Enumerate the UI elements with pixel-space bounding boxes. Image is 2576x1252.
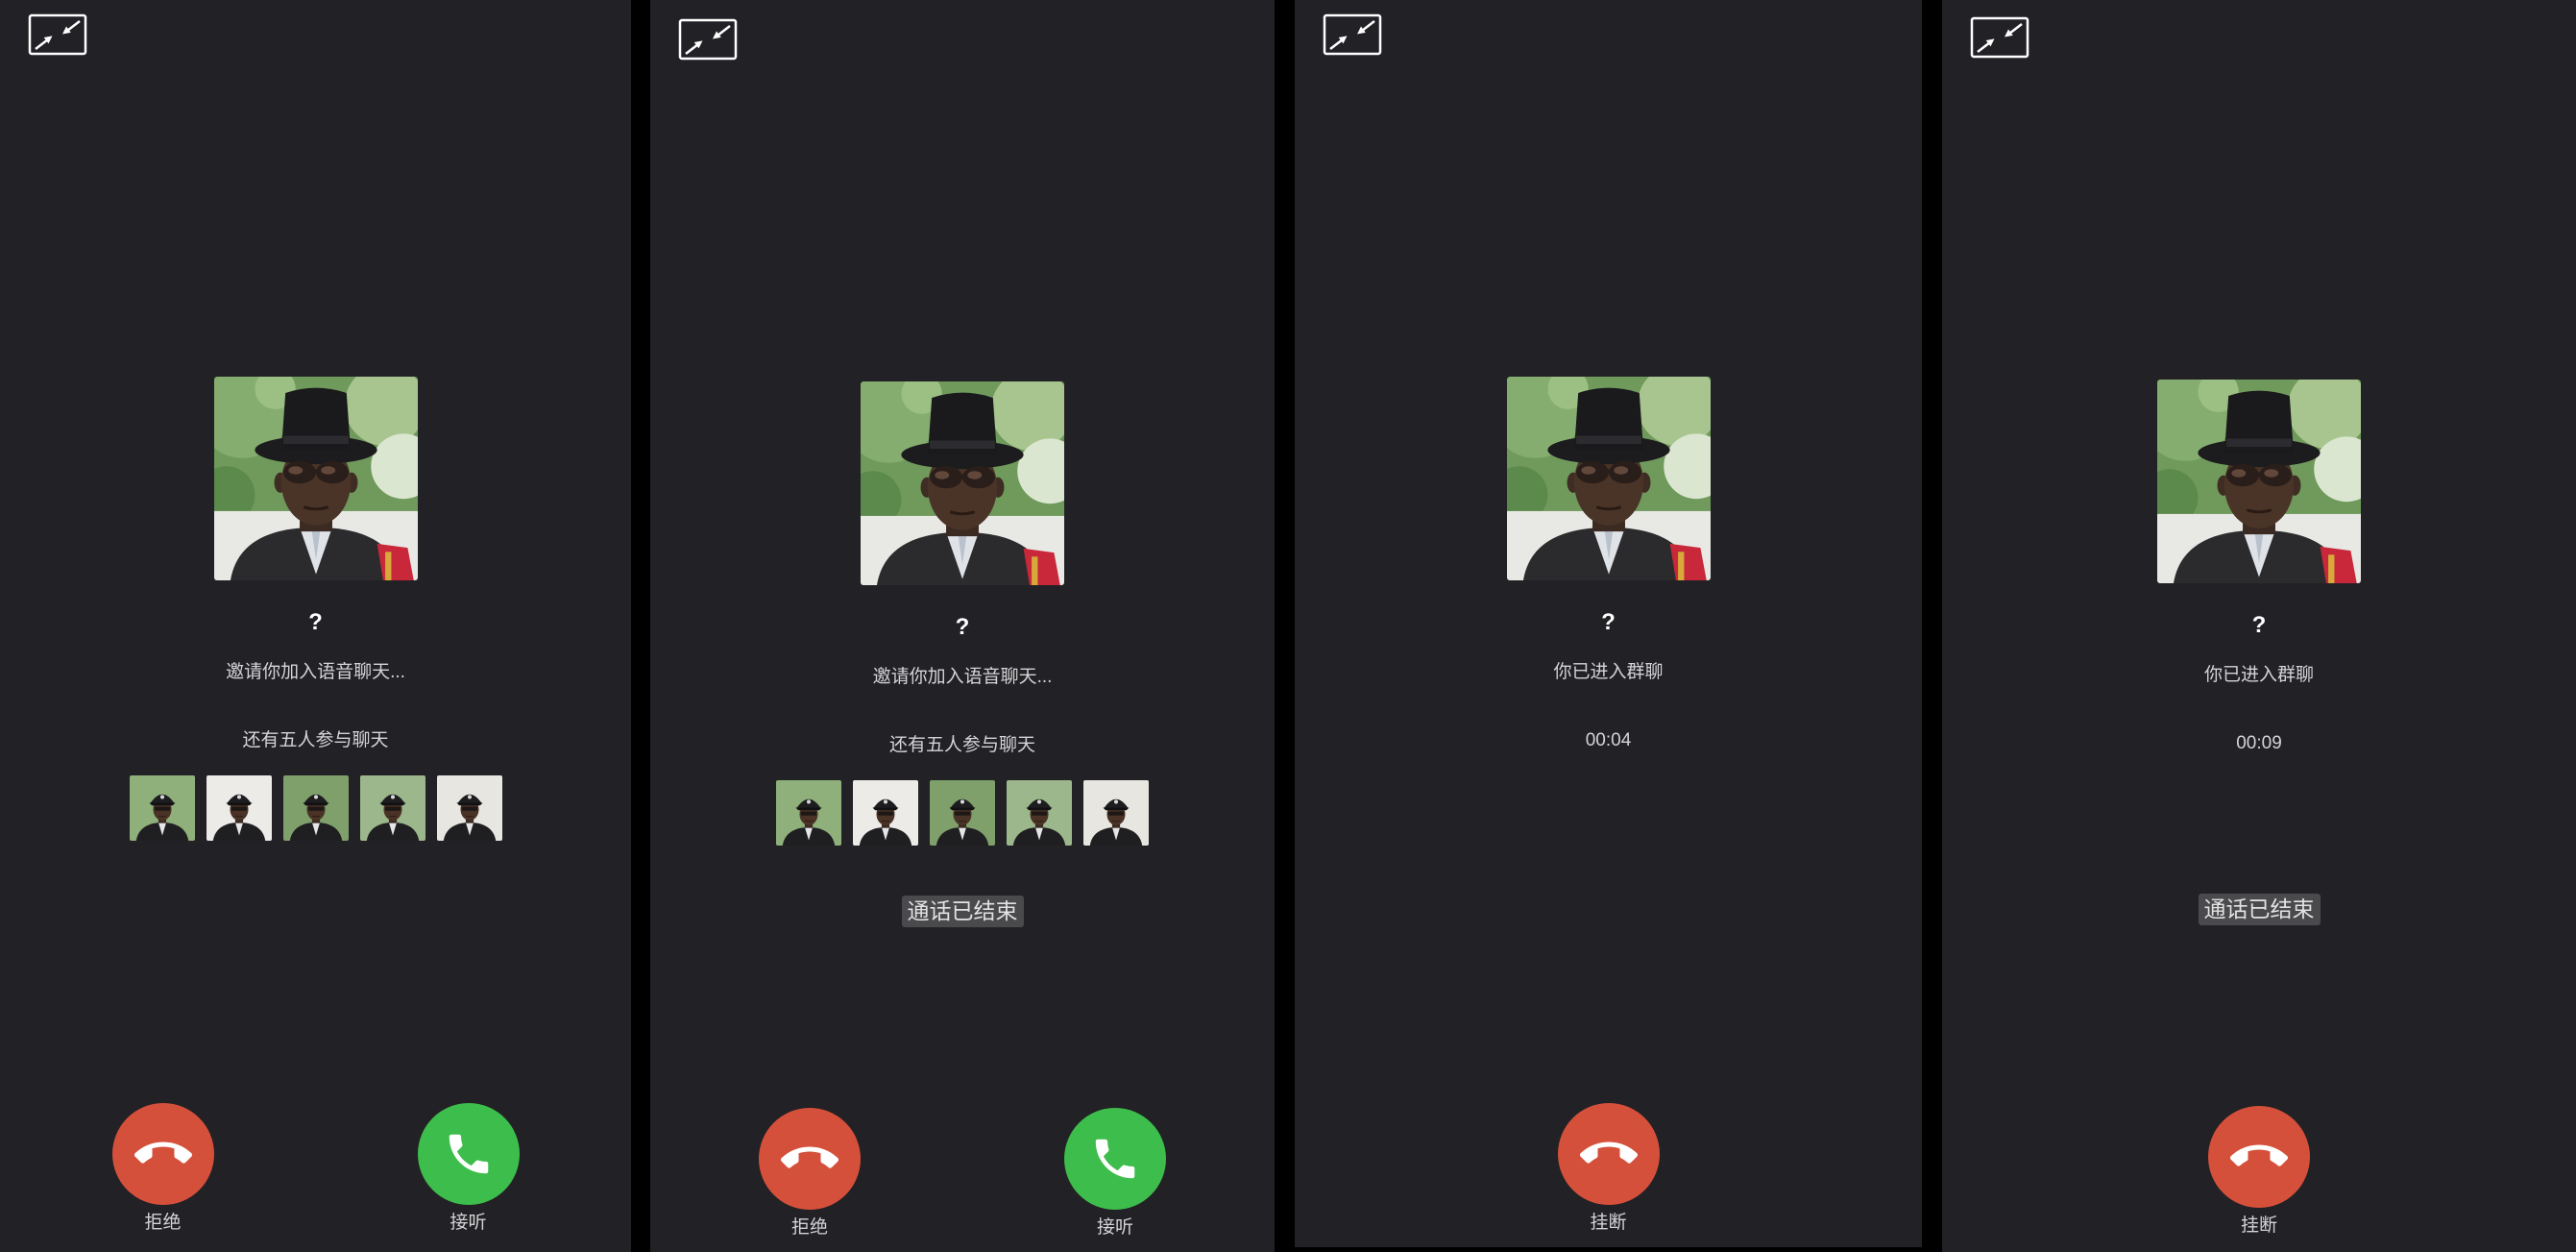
participant-avatar [776,780,841,846]
participants-count-text: 还有五人参与聊天 [242,730,389,750]
phone-icon [443,1128,495,1180]
minimize-window-icon [678,18,738,61]
accept-label: 接听 [450,1213,487,1233]
decline-label: 拒绝 [144,1213,182,1233]
minimize-button[interactable] [1323,13,1382,56]
caller-name: ? [1601,609,1616,635]
participant-avatar [853,780,918,846]
phone-hangup-icon [2230,1128,2288,1186]
in-call-ended-screen: ? 你已进入群聊 00:09 通话已结束 挂断 [1942,0,2576,1252]
participant-avatar [207,775,272,841]
decline-button[interactable] [111,1103,214,1205]
accept-label: 接听 [1096,1217,1133,1238]
participant-avatar [1083,780,1149,846]
toast-container: 通话已结束 [650,896,1275,927]
caller-avatar [1507,377,1711,580]
participant-avatar [283,775,349,841]
minimize-window-icon [28,13,87,56]
participant-avatars [0,775,631,841]
in-call-screen: ? 你已进入群聊 00:04 挂断 [1295,0,1922,1247]
participant-avatars [650,780,1275,846]
hangup-label: 挂断 [2240,1215,2277,1236]
phone-hangup-icon [134,1125,192,1183]
incoming-call-screen: ? 邀请你加入语音聊天... 还有五人参与聊天 拒绝 接听 [0,0,631,1252]
phone-icon [1089,1133,1141,1185]
call-timer: 00:04 [1585,730,1632,750]
call-status-text: 你已进入群聊 [1553,662,1664,682]
caller-avatar [214,377,418,580]
call-ended-toast: 通话已结束 [901,896,1024,927]
decline-button[interactable] [759,1108,861,1210]
participant-avatar [360,775,425,841]
caller-avatar [861,381,1064,585]
decline-label: 拒绝 [790,1217,828,1238]
call-status-text: 邀请你加入语音聊天... [226,662,405,682]
participant-avatar [437,775,502,841]
hangup-action: 挂断 [2182,1106,2336,1240]
caller-name: ? [308,609,323,635]
minimize-window-icon [1970,16,2029,59]
accept-button[interactable] [417,1103,520,1205]
hangup-label: 挂断 [1590,1213,1627,1233]
participant-avatar [930,780,995,846]
caller-name: ? [2251,612,2267,638]
hangup-button[interactable] [1557,1103,1660,1205]
phone-hangup-icon [781,1130,838,1188]
decline-action: 拒绝 [86,1103,240,1237]
participants-count-text: 还有五人参与聊天 [888,735,1035,755]
phone-hangup-icon [1580,1125,1638,1183]
call-status-text: 你已进入群聊 [2203,665,2314,685]
participant-avatar [130,775,195,841]
accept-button[interactable] [1064,1108,1166,1210]
caller-name: ? [955,614,970,640]
minimize-button[interactable] [1970,16,2029,59]
participant-avatar [1007,780,1072,846]
toast-container: 通话已结束 [1942,894,2576,925]
call-timer: 00:09 [2236,733,2282,753]
call-ended-toast: 通话已结束 [2198,894,2321,925]
minimize-button[interactable] [28,13,87,56]
incoming-call-ended-screen: ? 邀请你加入语音聊天... 还有五人参与聊天 通话已结束 拒绝 接听 [650,0,1275,1252]
minimize-button[interactable] [678,18,738,61]
accept-action: 接听 [392,1103,546,1237]
call-status-text: 邀请你加入语音聊天... [872,667,1053,687]
caller-avatar [2157,380,2361,583]
hangup-button[interactable] [2208,1106,2310,1208]
accept-action: 接听 [1038,1108,1192,1241]
decline-action: 拒绝 [733,1108,887,1241]
minimize-window-icon [1323,13,1382,56]
hangup-action: 挂断 [1532,1103,1686,1237]
